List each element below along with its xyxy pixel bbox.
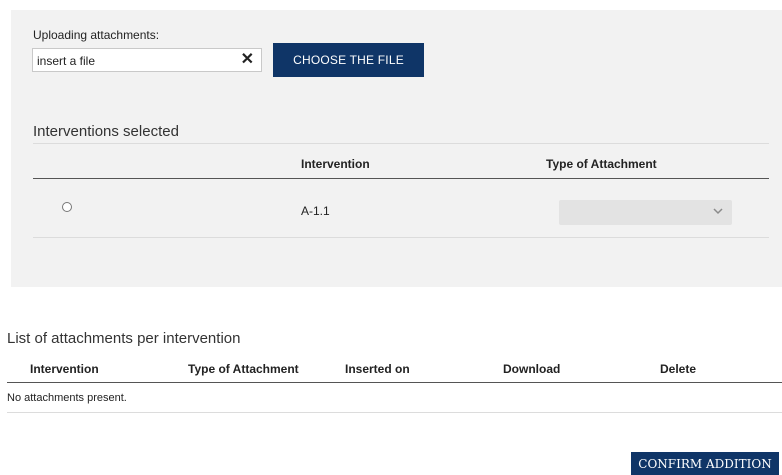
chevron-down-icon bbox=[713, 207, 723, 218]
table-header-divider bbox=[33, 178, 769, 179]
attachments-list-title: List of attachments per intervention bbox=[7, 330, 241, 347]
list-header-divider bbox=[7, 382, 782, 383]
confirm-addition-button[interactable]: CONFIRM ADDITION bbox=[631, 452, 779, 475]
upload-label: Uploading attachments: bbox=[33, 28, 160, 42]
divider bbox=[33, 237, 769, 238]
choose-file-button[interactable]: CHOOSE THE FILE bbox=[273, 43, 424, 77]
divider bbox=[7, 412, 782, 413]
list-header-inserted-on: Inserted on bbox=[345, 362, 410, 376]
close-icon[interactable]: ✕ bbox=[241, 52, 254, 68]
empty-message: No attachments present. bbox=[7, 392, 127, 404]
column-header-intervention: Intervention bbox=[301, 157, 370, 171]
row-radio-button[interactable] bbox=[62, 202, 72, 212]
row-intervention: A-1.1 bbox=[301, 204, 330, 218]
list-header-intervention: Intervention bbox=[30, 362, 99, 376]
interventions-selected-title: Interventions selected bbox=[33, 123, 179, 140]
list-header-type-of-attachment: Type of Attachment bbox=[188, 362, 299, 376]
column-header-type-of-attachment: Type of Attachment bbox=[546, 157, 657, 171]
list-header-download: Download bbox=[503, 362, 561, 376]
file-input-value: insert a file bbox=[37, 54, 96, 68]
file-input[interactable]: insert a file ✕ bbox=[32, 48, 262, 72]
divider bbox=[33, 143, 769, 144]
type-of-attachment-select[interactable] bbox=[559, 200, 732, 225]
list-header-delete: Delete bbox=[660, 362, 697, 376]
